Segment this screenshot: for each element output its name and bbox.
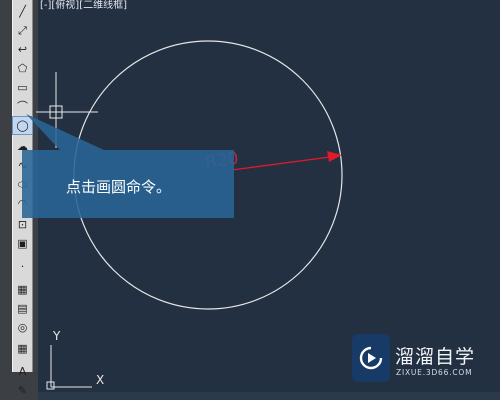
ucs-icon (46, 345, 92, 390)
watermark-url: ZIXUE.3D66.COM (396, 368, 473, 377)
crosshair-cursor (36, 72, 98, 148)
ucs-y-label: Y (52, 329, 61, 343)
watermark-name: 溜溜自学 (395, 346, 476, 368)
callout-text: 点击画圆命令。 (66, 178, 172, 196)
play-logo-icon (352, 334, 390, 382)
ucs-x-label: X (96, 373, 104, 387)
watermark-logo: 溜溜自学 ZIXUE.3D66.COM (352, 334, 476, 382)
bottom-bar (38, 392, 500, 400)
radius-dimension (231, 151, 342, 171)
